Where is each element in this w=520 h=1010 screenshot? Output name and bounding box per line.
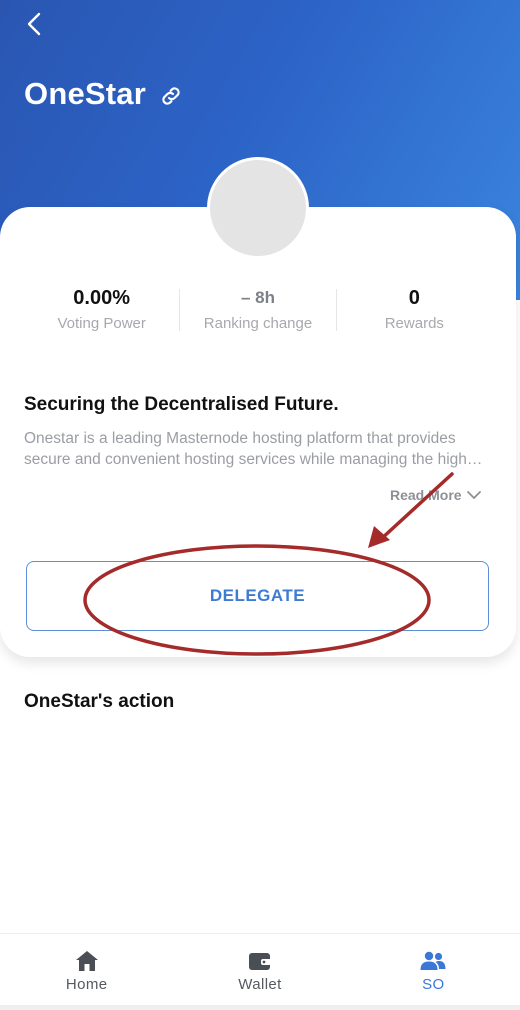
stat-ranking-change: – 8h Ranking change <box>180 285 335 341</box>
link-button[interactable] <box>158 83 184 109</box>
stats-row: 0.00% Voting Power – 8h Ranking change 0… <box>24 285 492 341</box>
stat-label: Ranking change <box>203 315 313 332</box>
nav-item-wallet[interactable]: Wallet <box>173 934 346 1006</box>
stat-label: Voting Power <box>57 315 146 332</box>
link-icon <box>162 87 180 105</box>
stat-rewards: 0 Rewards <box>337 285 492 341</box>
nav-label: Wallet <box>238 976 282 993</box>
chevron-left-icon <box>27 12 41 36</box>
stat-voting-power: 0.00% Voting Power <box>24 285 179 341</box>
nav-label: SO <box>422 976 445 993</box>
system-bar <box>0 1005 520 1010</box>
read-more-label: Read More <box>390 487 462 503</box>
avatar <box>207 157 309 259</box>
title-row: OneStar <box>24 76 184 112</box>
screen: OneStar 0.00% Voting Power – 8h Ranking … <box>0 0 520 1010</box>
about-description: Onestar is a leading Masternode hosting … <box>24 428 486 470</box>
nav-label: Home <box>65 976 108 993</box>
back-button[interactable] <box>18 8 50 40</box>
delegate-button[interactable]: DELEGATE <box>26 561 489 631</box>
actions-section-title: OneStar's action <box>24 691 175 712</box>
about-title: Securing the Decentralised Future. <box>24 394 339 415</box>
page-title: OneStar <box>24 76 146 111</box>
stat-label: Rewards <box>384 315 444 332</box>
users-icon <box>420 951 446 970</box>
about-line: secure and convenient hosting services w… <box>24 451 483 468</box>
nav-item-home[interactable]: Home <box>0 934 173 1006</box>
home-icon <box>75 951 98 971</box>
stat-value: – 8h <box>240 288 275 307</box>
chevron-down-icon <box>466 491 481 499</box>
stat-value: 0 <box>408 287 420 309</box>
wallet-icon <box>248 953 271 970</box>
stat-value: 0.00% <box>73 287 131 309</box>
about-line: Onestar is a leading Masternode hosting … <box>24 430 456 447</box>
read-more-link[interactable]: Read More <box>390 487 482 503</box>
bottom-nav: Home Wallet SO <box>0 933 520 1006</box>
nav-item-so[interactable]: SO <box>347 934 520 1006</box>
